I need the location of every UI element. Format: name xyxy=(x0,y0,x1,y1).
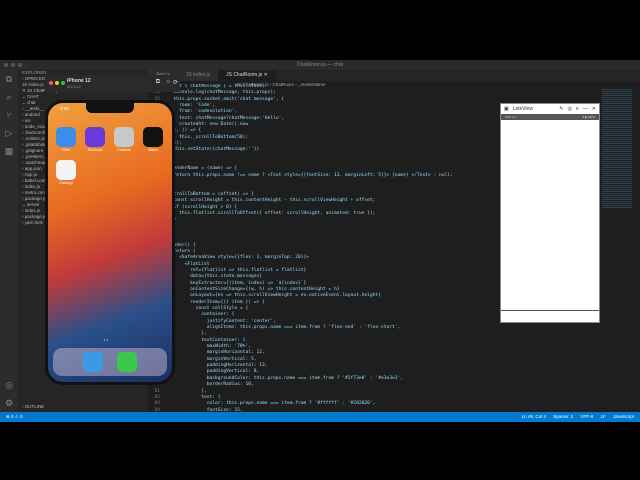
home-screen[interactable]: 4:05 Files Shortcuts Contacts Watch ChatApp … xyxy=(48,103,172,382)
shortcuts-icon xyxy=(85,127,105,147)
minimap[interactable] xyxy=(602,88,632,208)
activity-icon-3[interactable]: ▷ xyxy=(0,124,18,142)
zoom-button[interactable] xyxy=(61,81,65,85)
page-indicator[interactable]: • • xyxy=(104,337,108,342)
app-files[interactable]: Files xyxy=(56,127,76,152)
close-button[interactable] xyxy=(49,81,53,85)
letsview-titlebar: ▣ LetsView ✎ ◎ ≡ — ✕ xyxy=(501,104,599,114)
app-chatapp[interactable]: ChatApp xyxy=(56,160,76,185)
activity-icon-5[interactable]: ◎ xyxy=(0,376,18,394)
window-title: ChatRoom.js — chat xyxy=(296,62,344,68)
clock: 4:05 xyxy=(60,106,69,111)
ios-simulator: iPhone 12 iOS 14.4 ⧉ ⌂ ⟳ 4:05 Files Short… xyxy=(45,75,180,385)
code-line: 47 return this.props.name !== name ? <Te… xyxy=(148,173,493,179)
tab-1[interactable]: JS index.js xyxy=(177,70,219,81)
activity-icon-4[interactable]: ▦ xyxy=(0,142,18,160)
app-label: Files xyxy=(62,148,70,152)
app-watch[interactable]: Watch xyxy=(143,127,163,152)
eol[interactable]: LF xyxy=(600,414,605,419)
close-icon[interactable]: ✕ xyxy=(592,106,596,112)
activity-icon-1[interactable]: ⌕ xyxy=(0,88,18,106)
outline-section[interactable]: › OUTLINE xyxy=(18,404,44,410)
title-bar: ChatRoom.js — chat xyxy=(0,60,640,70)
contacts-icon xyxy=(114,127,134,147)
simulator-titlebar: iPhone 12 iOS 14.4 ⧉ ⌂ ⟳ xyxy=(45,75,180,92)
rotate-icon[interactable]: ⟳ xyxy=(173,79,178,86)
menu-icon[interactable]: ≡ xyxy=(576,106,579,112)
iphone-frame: 4:05 Files Shortcuts Contacts Watch ChatApp … xyxy=(45,100,175,385)
line-text: return this.props.name !== name ? <Text … xyxy=(168,172,453,178)
line-text: this.setState({chatMessage:''}) xyxy=(168,147,260,153)
code-editor[interactable]: 33 let { chatMessage } = this.state;34 c… xyxy=(148,84,493,412)
editor-tabs: App.jsJS index.jsJS ChatRoom.js ✕ xyxy=(148,70,640,81)
status-bar: ⊗ 0 ⚠ 0 Ln 48, Col 4 Spaces: 2 UTF-8 LF … xyxy=(0,412,640,422)
screenshot-icon[interactable]: ⧉ xyxy=(156,79,160,86)
tab-2[interactable]: JS ChatRoom.js ✕ xyxy=(218,70,276,81)
letsview-logo-icon: ▣ xyxy=(504,106,509,112)
brush-icon[interactable]: ✎ xyxy=(559,106,563,112)
activity-icon-6[interactable]: ⚙ xyxy=(0,394,18,412)
mirror-status-left: 9:59 ▪▪▪ ▪ xyxy=(505,115,517,119)
dock xyxy=(53,348,167,376)
line-text: this.flatlist.scrollToOffset({ offset: s… xyxy=(168,210,376,216)
activity-bar: ⧉ ⌕ ⑂ ▷ ▦ ◎ ⚙ xyxy=(0,70,18,412)
app-label: Contacts xyxy=(117,148,131,152)
safari-icon[interactable] xyxy=(83,352,103,372)
activity-icon-0[interactable]: ⧉ xyxy=(0,70,18,88)
mirror-status-right: ▾ ▮ 100% xyxy=(582,115,596,119)
language-mode[interactable]: JavaScript xyxy=(613,414,634,419)
files-icon xyxy=(56,127,76,147)
app-label: Watch xyxy=(148,148,158,152)
minimize-icon[interactable]: — xyxy=(583,106,588,112)
home-icon[interactable]: ⌂ xyxy=(166,79,170,85)
mirror-nav-bar[interactable] xyxy=(501,310,599,322)
app-shortcuts[interactable]: Shortcuts xyxy=(85,127,105,152)
app-label: Shortcuts xyxy=(87,148,103,152)
indentation[interactable]: Spaces: 2 xyxy=(553,414,573,419)
problems-status[interactable]: ⊗ 0 ⚠ 0 xyxy=(6,412,23,422)
encoding[interactable]: UTF-8 xyxy=(580,414,593,419)
messages-icon[interactable] xyxy=(117,352,137,372)
app-contacts[interactable]: Contacts xyxy=(114,127,134,152)
mirrored-status-bar: 9:59 ▪▪▪ ▪ ▾ ▮ 100% xyxy=(501,114,599,120)
cursor-position[interactable]: Ln 48, Col 4 xyxy=(522,414,546,419)
settings-icon[interactable]: ◎ xyxy=(568,106,572,112)
device-name: iPhone 12 xyxy=(67,78,91,84)
watch-icon xyxy=(143,127,163,147)
letsview-title: LetsView xyxy=(512,106,533,112)
chatapp-icon xyxy=(56,160,76,180)
app-label: ChatApp xyxy=(59,181,73,185)
minimize-button[interactable] xyxy=(55,81,59,85)
os-version: iOS 14.4 xyxy=(67,85,81,89)
activity-icon-2[interactable]: ⑂ xyxy=(0,106,18,124)
letsview-window: ▣ LetsView ✎ ◎ ≡ — ✕ 9:59 ▪▪▪ ▪ ▾ ▮ 100% xyxy=(500,103,600,323)
